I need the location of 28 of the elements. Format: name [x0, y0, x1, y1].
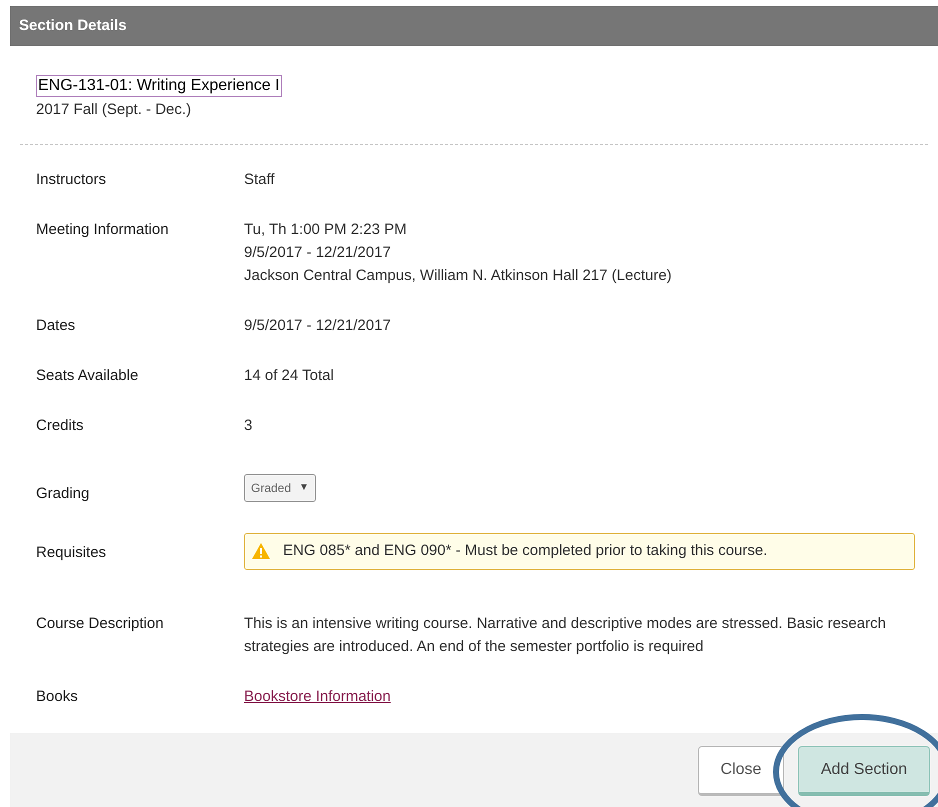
- close-button[interactable]: Close: [698, 746, 784, 796]
- field-value: 9/5/2017 - 12/21/2017: [244, 242, 392, 262]
- field-label: Meeting Information: [36, 220, 170, 240]
- header-title: Section Details: [19, 16, 127, 36]
- bookstore-link[interactable]: Bookstore Information: [244, 684, 391, 708]
- field-label: Grading: [36, 484, 90, 504]
- field-value: 14 of 24 Total: [244, 366, 334, 386]
- field-label: Credits: [36, 416, 85, 436]
- course-description: This is an intensive writing course. Narrative and descriptive modes are stressed. Basic research strategies are introduced. An end of the semester portfolio is required: [244, 614, 887, 656]
- field-label: Dates: [36, 316, 76, 336]
- field-value: Staff: [244, 170, 275, 190]
- field-label: Books: [36, 686, 79, 706]
- section-term: 2017 Fall (Sept. - Dec.): [36, 100, 192, 120]
- field-value: 3: [244, 416, 252, 436]
- field-label: Requisites: [36, 542, 108, 562]
- field-value: 9/5/2017 - 12/21/2017: [244, 316, 391, 336]
- field-label: Seats Available: [36, 366, 140, 386]
- field-label: Instructors: [36, 170, 108, 190]
- dropdown-caret-icon: ▼: [299, 480, 309, 495]
- requisites-text: ENG 085* and ENG 090* - Must be completed prior to taking this course.: [283, 540, 768, 561]
- warning-icon: [251, 542, 271, 560]
- add-section-button[interactable]: Add Section: [798, 746, 930, 796]
- grading-select[interactable]: Graded ▼: [244, 474, 316, 502]
- field-label: Course Description: [36, 614, 165, 634]
- select-value: Graded: [251, 480, 292, 496]
- section-title: ENG-131-01: Writing Experience I: [36, 75, 282, 97]
- field-value: Jackson Central Campus, William N. Atkinson Hall 217 (Lecture): [244, 266, 672, 286]
- field-value: Tu, Th 1:00 PM 2:23 PM: [244, 220, 408, 240]
